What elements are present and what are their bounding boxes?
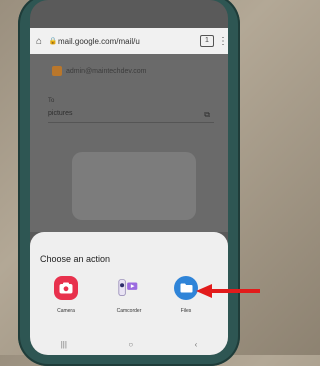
action-label: Files (180, 308, 192, 314)
to-field: To (48, 98, 55, 104)
subject-field: pictures ⧉ (48, 110, 214, 123)
action-label: Camcorder (116, 308, 142, 314)
from-field: admin@maintechdev.com (52, 64, 202, 78)
tab-switcher-button[interactable]: 1 (200, 35, 214, 47)
action-label: Camera (57, 308, 75, 314)
browser-toolbar: ⌂ 🔒 mail.google.com/mail/u 1 ⋮ (30, 28, 228, 54)
home-button[interactable]: ○ (128, 340, 133, 349)
sender-badge (52, 66, 62, 76)
camera-icon (54, 276, 78, 300)
overflow-menu-icon[interactable]: ⋮ (218, 36, 228, 47)
folder-icon (174, 276, 198, 300)
subject-text: pictures (48, 110, 73, 117)
android-nav-bar: ||| ○ ‹ (30, 334, 228, 355)
red-arrow-annotation (196, 284, 260, 298)
action-camcorder[interactable]: Camcorder (99, 276, 159, 314)
back-button[interactable]: ‹ (195, 340, 198, 349)
from-address: admin@maintechdev.com (66, 67, 147, 75)
sheet-title: Choose an action (40, 254, 111, 264)
url-bar[interactable]: mail.google.com/mail/u (58, 37, 196, 46)
recents-button[interactable]: ||| (61, 340, 67, 349)
lock-icon: 🔒 (48, 38, 58, 45)
action-camera[interactable]: Camera (36, 276, 96, 314)
attachment-preview (72, 152, 196, 220)
camcorder-icon (117, 276, 141, 300)
attach-icon: ⧉ (204, 110, 210, 119)
home-icon[interactable]: ⌂ (30, 36, 48, 47)
choose-action-sheet: Choose an action Camera Camcorder Files (30, 232, 228, 334)
phone-screen: ⌂ 🔒 mail.google.com/mail/u 1 ⋮ admin@mai… (30, 0, 228, 355)
